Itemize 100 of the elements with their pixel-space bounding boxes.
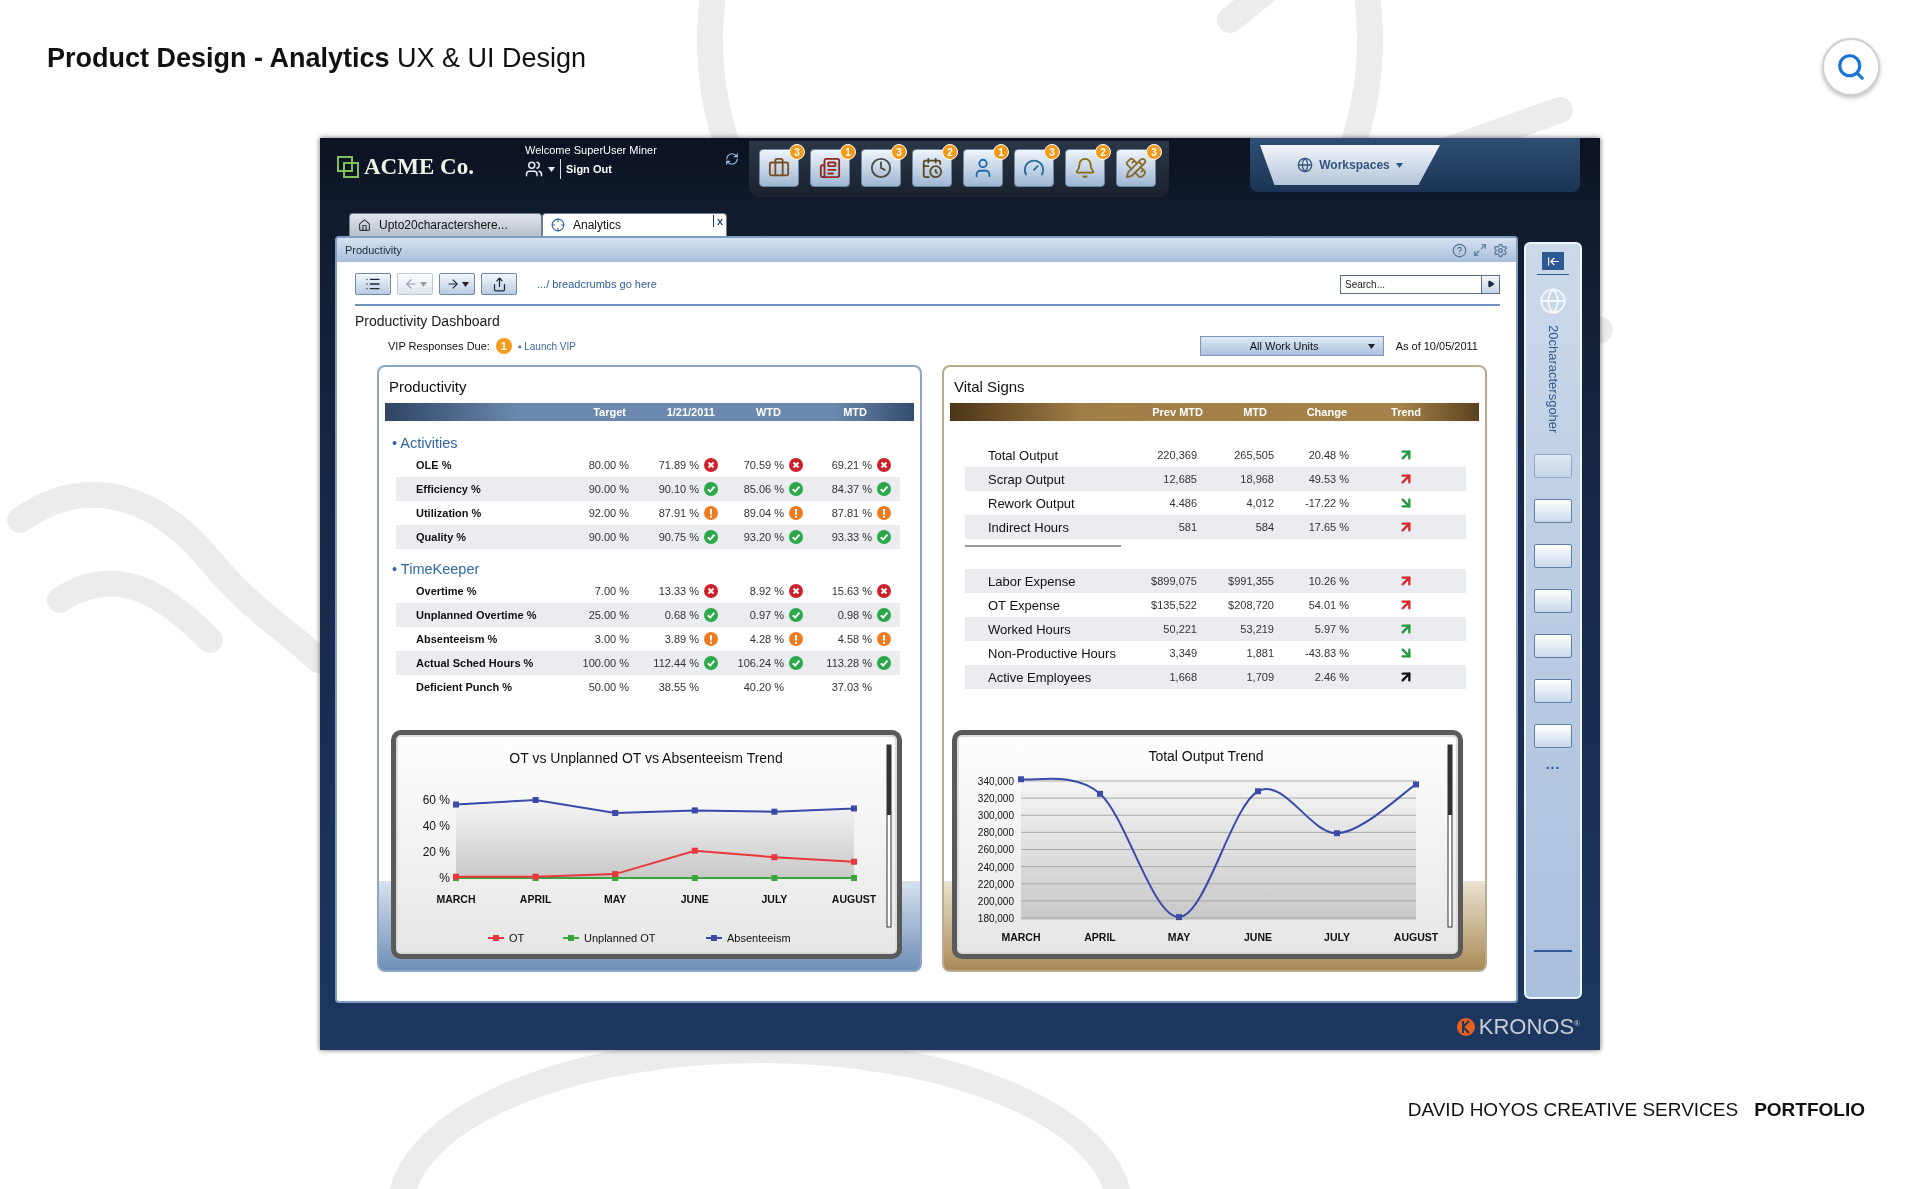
sidebar-title: 20charactersgoher (1545, 325, 1561, 434)
table-cell-text: 49.53 % (1307, 473, 1349, 485)
table-cell-text: 3,349 (1168, 647, 1197, 659)
table-cell-text: 53,219 (1239, 623, 1274, 635)
workspaces-button[interactable]: Workspaces (1260, 145, 1440, 185)
row-label: Unplanned Overtime % (416, 609, 538, 621)
more-button[interactable]: ... (1545, 756, 1561, 773)
axis-category-label: MARCH (1001, 931, 1041, 943)
axis-category-label: JUNE (680, 893, 709, 905)
point (532, 797, 539, 803)
tab-label: Upto20charactershere... (379, 218, 508, 232)
table-cell: 100.00 % (582, 657, 629, 669)
app-logo: ACME Co. (364, 154, 474, 180)
table-cell: 4.58 % (837, 633, 872, 645)
axis-category-label: MARCH (436, 893, 476, 905)
footer-text: PORTFOLIO (1754, 1098, 1865, 1122)
table-cell: 4.28 % (749, 633, 784, 645)
table-cell-text: 5.97 % (1313, 623, 1349, 635)
axis-category-label: APRIL (519, 893, 552, 905)
axis-tick-label: 20 % (422, 845, 450, 859)
table-cell-text: 50,221 (1162, 623, 1197, 635)
axis-category-label: MAY (604, 893, 627, 905)
point (691, 847, 698, 854)
table-cell: 90.10 % (658, 483, 699, 495)
row-label: Deficient Punch % (416, 681, 513, 693)
table-cell-text: 4,012 (1245, 497, 1274, 509)
row-label: Rework Output (988, 495, 1076, 511)
count-badge: 1 (495, 338, 512, 354)
axis-category-label: JULY (761, 893, 788, 905)
chart-title: OT vs Unplanned OT vs Absenteeism Trend (509, 750, 783, 766)
row-label: Non-Productive Hours (988, 645, 1117, 661)
axis-tick-label: 180,000 (977, 913, 1014, 924)
table-cell-text: -43.83 % (1303, 647, 1349, 659)
axis-tick-label: 200,000 (977, 895, 1014, 907)
table-cell-text: 50.00 % (587, 681, 629, 693)
row-label: Actual Sched Hours % (416, 657, 535, 669)
table-cell-text: 25.00 % (587, 609, 629, 621)
axis-tick-label: 40 % (422, 819, 450, 833)
point (1255, 788, 1261, 795)
table-cell-text: 17.65 % (1307, 521, 1349, 533)
column-header: Target (592, 406, 626, 418)
launch-vip-link[interactable]: ▪ Launch VIP (517, 340, 576, 352)
point (851, 858, 857, 865)
axis-tick-label: 320,000 (977, 793, 1014, 805)
section-title: • Activities (392, 434, 459, 453)
panel-title: Productivity (345, 244, 402, 256)
page-title: Product Design - Analytics UX & UI Design (47, 42, 587, 75)
table-cell: 106.24 % (737, 657, 784, 669)
axis-tick-label: 60 % (422, 793, 450, 807)
table-cell: 93.33 % (831, 531, 872, 543)
table-cell: 13.33 % (658, 585, 699, 597)
table-cell-text: $899,075 (1150, 575, 1197, 587)
row-label: OT Expense (988, 597, 1062, 613)
count-badge: 3 (789, 144, 805, 160)
table-cell-text: 54.01 % (1307, 599, 1349, 611)
point (771, 854, 778, 861)
row-label: Absenteeism % (416, 633, 499, 645)
tab[interactable]: Upto20charactershere... (349, 213, 542, 236)
section-title: • TimeKeeper (392, 560, 481, 579)
axis-category-label: MAY (1167, 931, 1191, 943)
axis-category-label: JULY (1324, 931, 1350, 943)
table-cell: 8.92 % (749, 585, 784, 597)
table-cell: 71.89 % (658, 459, 699, 471)
point (1176, 914, 1182, 921)
count-badge: 2 (1095, 144, 1111, 160)
table-cell: 0.98 % (837, 609, 872, 621)
count-badge: 2 (942, 144, 958, 160)
table-cell: 3.89 % (664, 633, 699, 645)
card-title: Vital Signs (954, 377, 1026, 397)
table-cell: 113.28 % (826, 657, 872, 669)
table-cell: 15.63 % (831, 585, 872, 597)
table-cell-text: 20.48 % (1307, 449, 1349, 461)
table-cell-text: 3.00 % (593, 633, 629, 645)
close-button[interactable]: x (712, 215, 723, 227)
axis-tick-label: 260,000 (977, 844, 1014, 856)
row-label: Scrap Output (988, 471, 1066, 487)
row-label: Utilization % (416, 507, 483, 519)
legend-label: OT (509, 932, 525, 944)
count-badge: 1 (840, 144, 856, 160)
table-cell-text: 12,685 (1162, 473, 1197, 485)
as-of-date: As of 10/05/2011 (1395, 340, 1478, 352)
table-cell: 90.75 % (658, 531, 699, 543)
table-cell: 70.59 % (743, 459, 784, 471)
sign-out-link[interactable]: Sign Out (566, 163, 612, 175)
point (1018, 776, 1024, 783)
breadcrumb-link[interactable]: .../ breadcrumbs go here (537, 278, 657, 290)
table-cell-text: 92.00 % (587, 507, 629, 519)
table-cell: 38.55 % (658, 681, 699, 693)
search-input[interactable]: Search... (1340, 274, 1482, 294)
vip-label: VIP Responses Due: (388, 340, 490, 352)
axis-tick-label: % (439, 871, 450, 885)
brand-logo: KRONOS$^{®}$ (1478, 1013, 1580, 1040)
dashboard-title: Productivity Dashboard (355, 312, 501, 331)
point (612, 810, 619, 816)
work-units-dropdown[interactable]: All Work Units (1199, 336, 1384, 356)
table-cell-text: 1,709 (1245, 671, 1274, 683)
table-cell-text: 2.46 % (1313, 671, 1349, 683)
row-label: Quality % (416, 531, 468, 543)
tab[interactable]: Analytics x (542, 213, 727, 236)
column-header: 1/21/2011 (665, 406, 715, 418)
